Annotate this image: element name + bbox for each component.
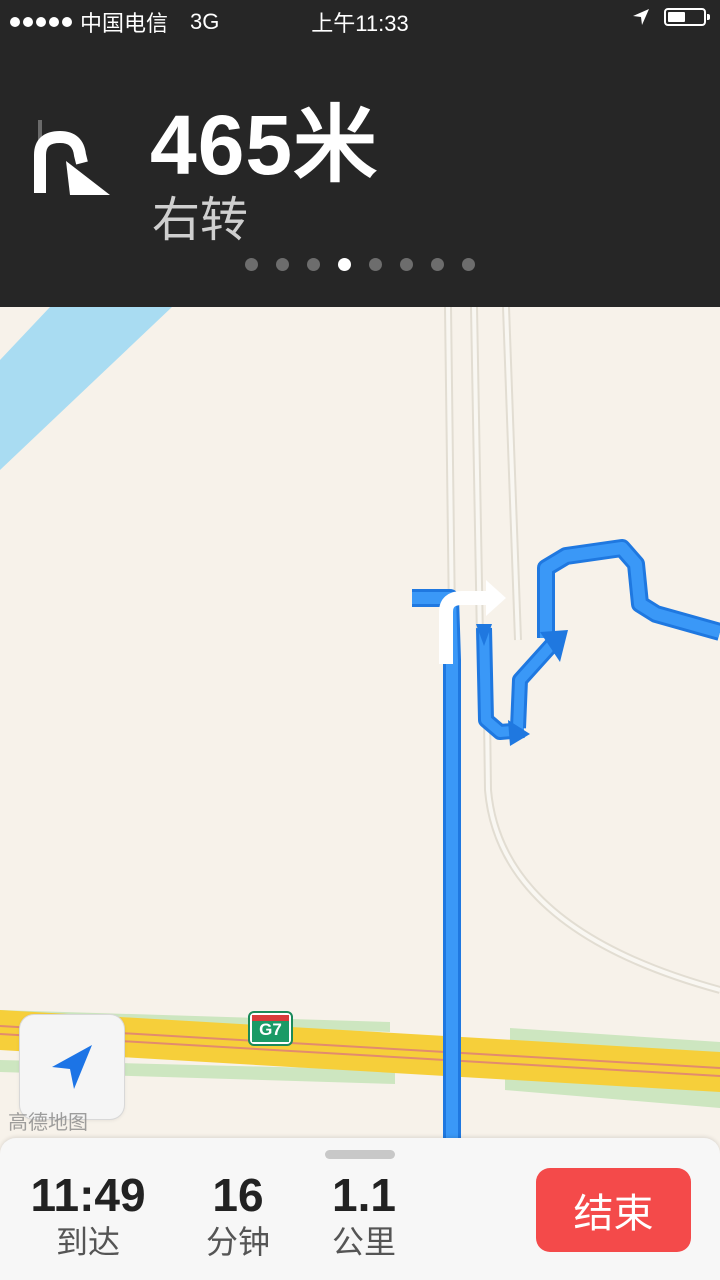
distance-stat: 1.1 公里: [322, 1168, 406, 1262]
page-dot[interactable]: [462, 258, 475, 271]
instruction-page-indicator[interactable]: [0, 258, 720, 271]
page-dot[interactable]: [245, 258, 258, 271]
location-services-icon: [633, 9, 649, 25]
status-time: 上午11:33: [311, 11, 409, 36]
navigation-header[interactable]: 465米 右转: [0, 40, 720, 307]
arrival-label: 到达: [55, 1224, 120, 1260]
turn-right-arrow-icon: [34, 120, 110, 195]
turn-instruction: 右转: [152, 194, 249, 247]
duration-stat: 16 分钟: [196, 1168, 280, 1262]
battery-icon: [664, 8, 710, 26]
highway-shield-label: G7: [259, 1020, 282, 1039]
duration-label: 分钟: [205, 1224, 270, 1260]
end-navigation-button[interactable]: 结束: [536, 1168, 691, 1252]
page-dot[interactable]: [431, 258, 444, 271]
page-dot[interactable]: [338, 258, 351, 271]
drag-handle[interactable]: [325, 1150, 395, 1159]
navigation-arrow-icon: [52, 1045, 92, 1089]
river-shape: [0, 307, 172, 470]
trip-duration: 16: [212, 1169, 264, 1221]
page-dot[interactable]: [400, 258, 413, 271]
status-right: [632, 8, 710, 26]
page-dot[interactable]: [307, 258, 320, 271]
map-watermark: 高德地图: [8, 1112, 88, 1134]
remaining-distance: 1.1: [332, 1169, 396, 1221]
arrival-time: 11:49: [30, 1169, 146, 1221]
arrival-stat: 11:49 到达: [26, 1168, 150, 1262]
status-bar: 中国电信 3G 上午11:33: [0, 0, 720, 40]
distance-label: 公里: [331, 1224, 396, 1260]
locate-me-button[interactable]: [20, 1015, 124, 1119]
battery-fill: [668, 12, 685, 22]
page-dot[interactable]: [276, 258, 289, 271]
page-dot[interactable]: [369, 258, 382, 271]
trip-summary-panel: 11:49 到达 16 分钟 1.1 公里 结束: [0, 1138, 720, 1280]
